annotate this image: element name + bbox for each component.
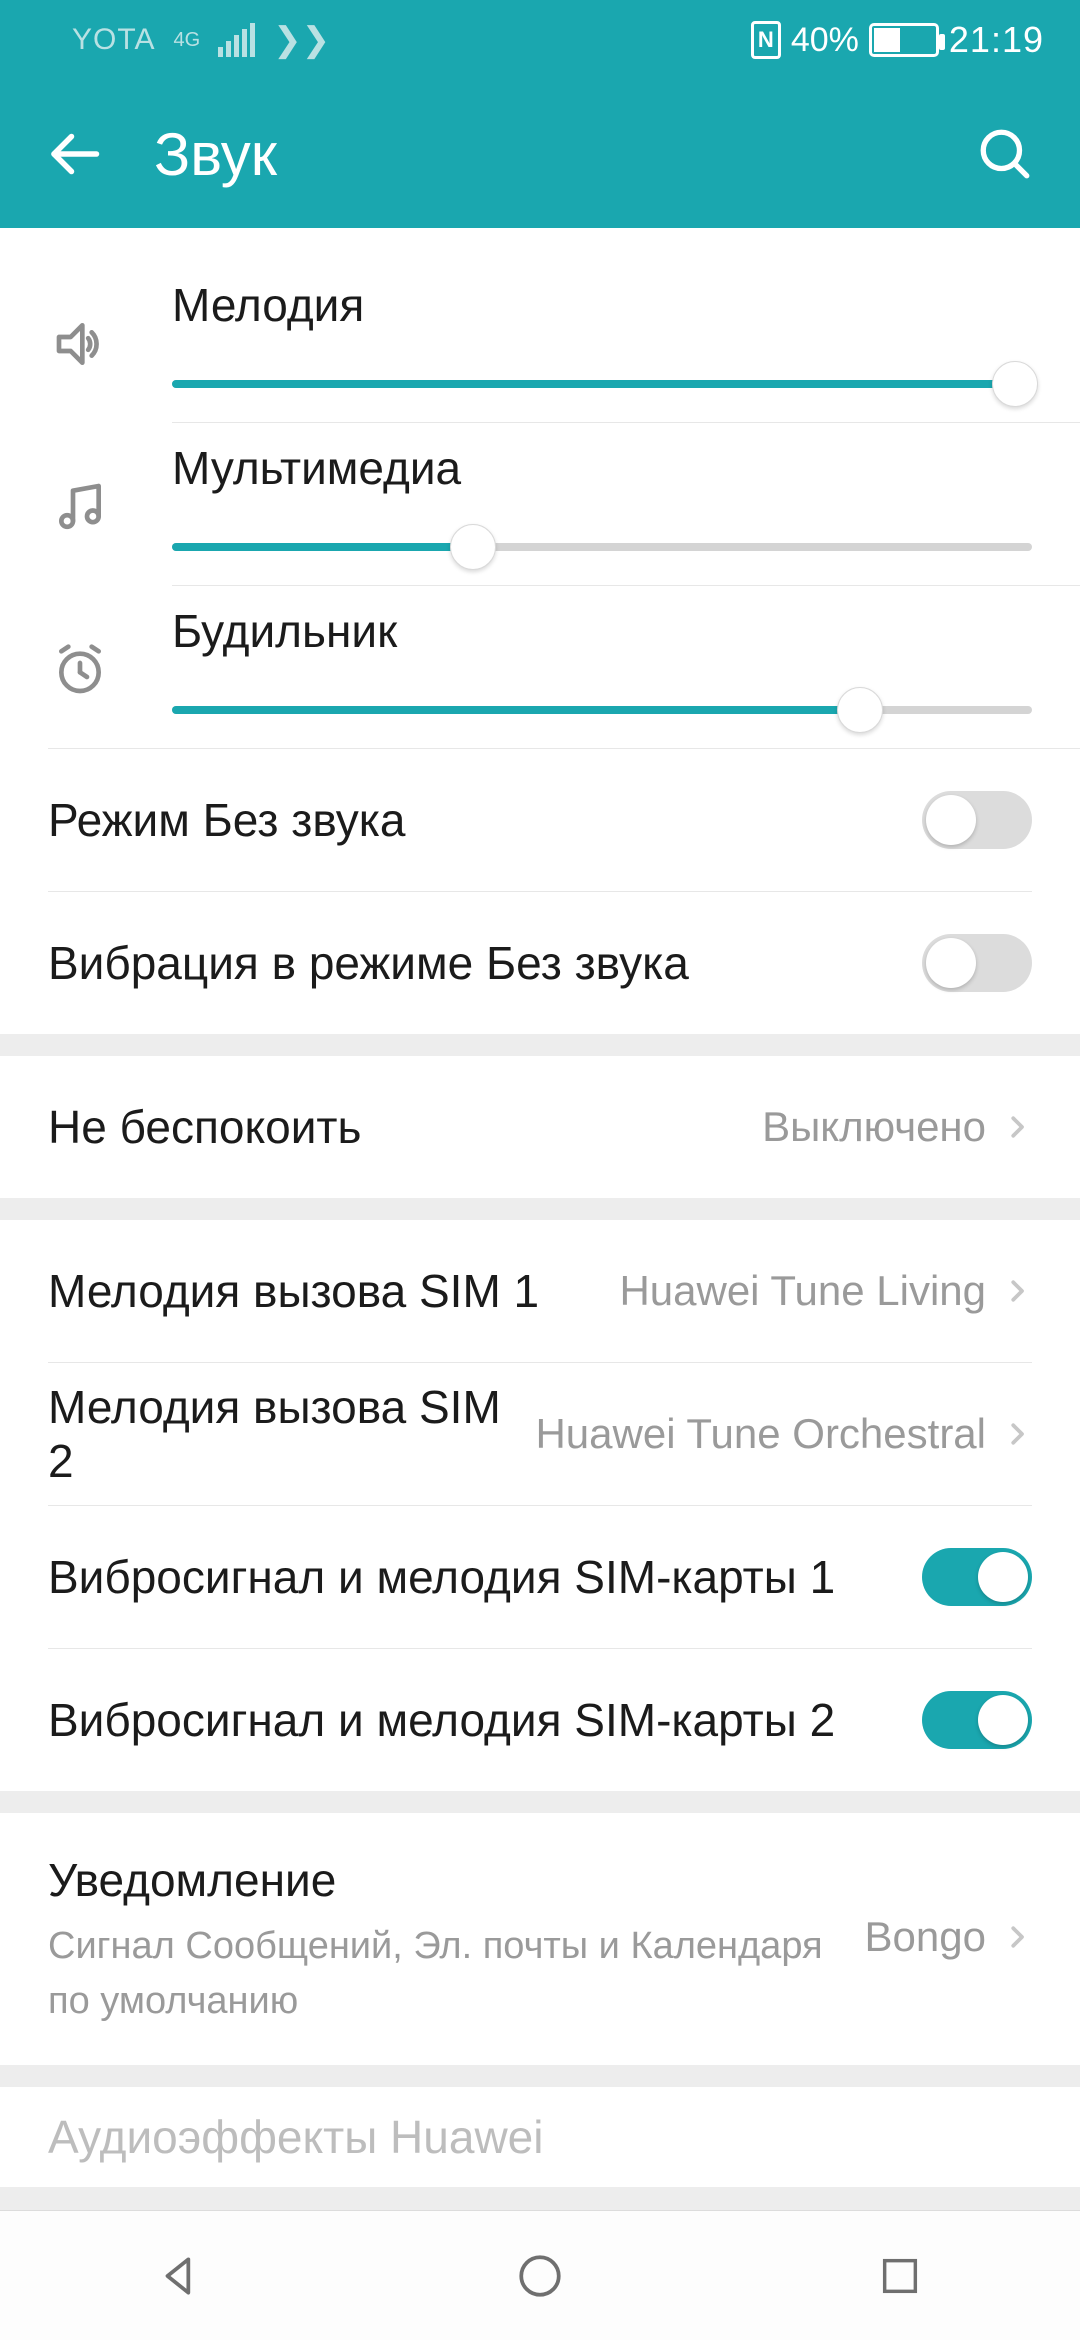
clock-label: 21:19 [949,19,1044,61]
silent-mode-switch[interactable] [922,791,1032,849]
vibrate-sim1-label: Вибросигнал и мелодия SIM-карты 1 [48,1550,922,1604]
vibrate-silent-row[interactable]: Вибрация в режиме Без звука [0,892,1080,1034]
vibrate-sim1-switch[interactable] [922,1548,1032,1606]
dnd-value: Выключено [762,1103,986,1151]
media-slider-row: Мультимедиа [0,423,1080,585]
media-slider[interactable] [172,543,1032,551]
silent-mode-row[interactable]: Режим Без звука [0,749,1080,891]
silent-mode-label: Режим Без звука [48,793,922,847]
ringtone-icon [52,278,172,372]
nfc-icon: N [751,21,781,59]
ringtone-label: Мелодия [172,278,1032,332]
network-label: 4G [173,30,200,50]
notification-subtitle: Сигнал Сообщений, Эл. почты и Календаря … [48,1919,865,2029]
dnd-label: Не беспокоить [48,1100,762,1154]
ringtone-slider[interactable] [172,380,1032,388]
alarm-slider[interactable] [172,706,1032,714]
chevron-right-icon [1002,1915,1032,1959]
vibrate-sim1-row[interactable]: Вибросигнал и мелодия SIM-карты 1 [0,1506,1080,1648]
alarm-slider-row: Будильник [0,586,1080,748]
sim2-ringtone-label: Мелодия вызова SIM 2 [48,1380,535,1488]
media-label: Мультимедиа [172,441,1032,495]
carrier-label: YOTA [72,23,155,57]
sim2-ringtone-row[interactable]: Мелодия вызова SIM 2 Huawei Tune Orchest… [0,1363,1080,1505]
chevron-right-icon [1002,1105,1032,1149]
sim1-ringtone-value: Huawei Tune Living [619,1267,986,1315]
chevron-right-icon [1002,1412,1032,1456]
nav-back-button[interactable] [148,2244,212,2308]
vibrate-silent-switch[interactable] [922,934,1032,992]
battery-percentage: 40% [791,21,859,60]
volume-sliders-section: Мелодия Мультимедиа [0,228,1080,1034]
nav-home-button[interactable] [508,2244,572,2308]
vibrate-silent-label: Вибрация в режиме Без звука [48,936,922,990]
search-button[interactable] [976,125,1036,183]
notification-value: Bongo [865,1913,986,1961]
audio-effects-row[interactable]: Аудиоэффекты Huawei [0,2087,1080,2187]
notification-sound-row[interactable]: Уведомление Сигнал Сообщений, Эл. почты … [0,1813,1080,2065]
media-icon [52,441,172,535]
vibrate-sim2-row[interactable]: Вибросигнал и мелодия SIM-карты 2 [0,1649,1080,1791]
dnd-row[interactable]: Не беспокоить Выключено [0,1056,1080,1198]
vibrate-sim2-switch[interactable] [922,1691,1032,1749]
vibrate-sim2-label: Вибросигнал и мелодия SIM-карты 2 [48,1693,922,1747]
status-bar: YOTA 4G ❯❯ N 40% 21:19 [0,0,1080,80]
app-bar: Звук [0,80,1080,228]
page-title: Звук [114,120,976,189]
data-icon: ❯❯ [273,20,330,60]
sim1-ringtone-row[interactable]: Мелодия вызова SIM 1 Huawei Tune Living [0,1220,1080,1362]
notification-title: Уведомление [48,1853,865,1907]
sim2-ringtone-value: Huawei Tune Orchestral [535,1410,986,1458]
sim1-ringtone-label: Мелодия вызова SIM 1 [48,1264,619,1318]
navigation-bar [0,2210,1080,2340]
alarm-label: Будильник [172,604,1032,658]
nav-recent-button[interactable] [868,2244,932,2308]
battery-icon [869,23,939,57]
chevron-right-icon [1002,1269,1032,1313]
signal-icon [218,23,255,57]
ringtone-slider-row: Мелодия [0,260,1080,422]
audio-effects-label: Аудиоэффекты Huawei [48,2110,1032,2164]
alarm-icon [52,604,172,698]
back-button[interactable] [44,124,114,184]
